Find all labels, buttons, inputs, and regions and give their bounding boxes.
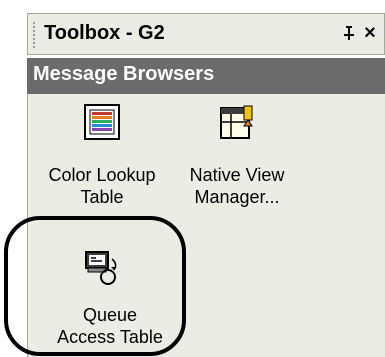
group-header-message-browsers[interactable]: Message Browsers — [27, 58, 385, 94]
pin-icon[interactable] — [340, 24, 358, 44]
pin-icon-glyph — [344, 26, 354, 40]
toolbox-title: Toolbox - G2 — [44, 22, 165, 44]
native-view-manager-icon — [220, 104, 256, 140]
close-icon[interactable]: × — [360, 22, 380, 44]
item-label: Native View Manager... — [189, 165, 285, 207]
toolbox-titlebar[interactable]: Toolbox - G2 × — [27, 13, 385, 55]
highlight-circle — [4, 216, 186, 356]
color-lookup-table-icon — [84, 104, 120, 140]
group-header-label: Message Browsers — [33, 63, 215, 85]
item-label: Color Lookup Table — [48, 165, 156, 207]
drag-grip[interactable] — [32, 21, 36, 49]
